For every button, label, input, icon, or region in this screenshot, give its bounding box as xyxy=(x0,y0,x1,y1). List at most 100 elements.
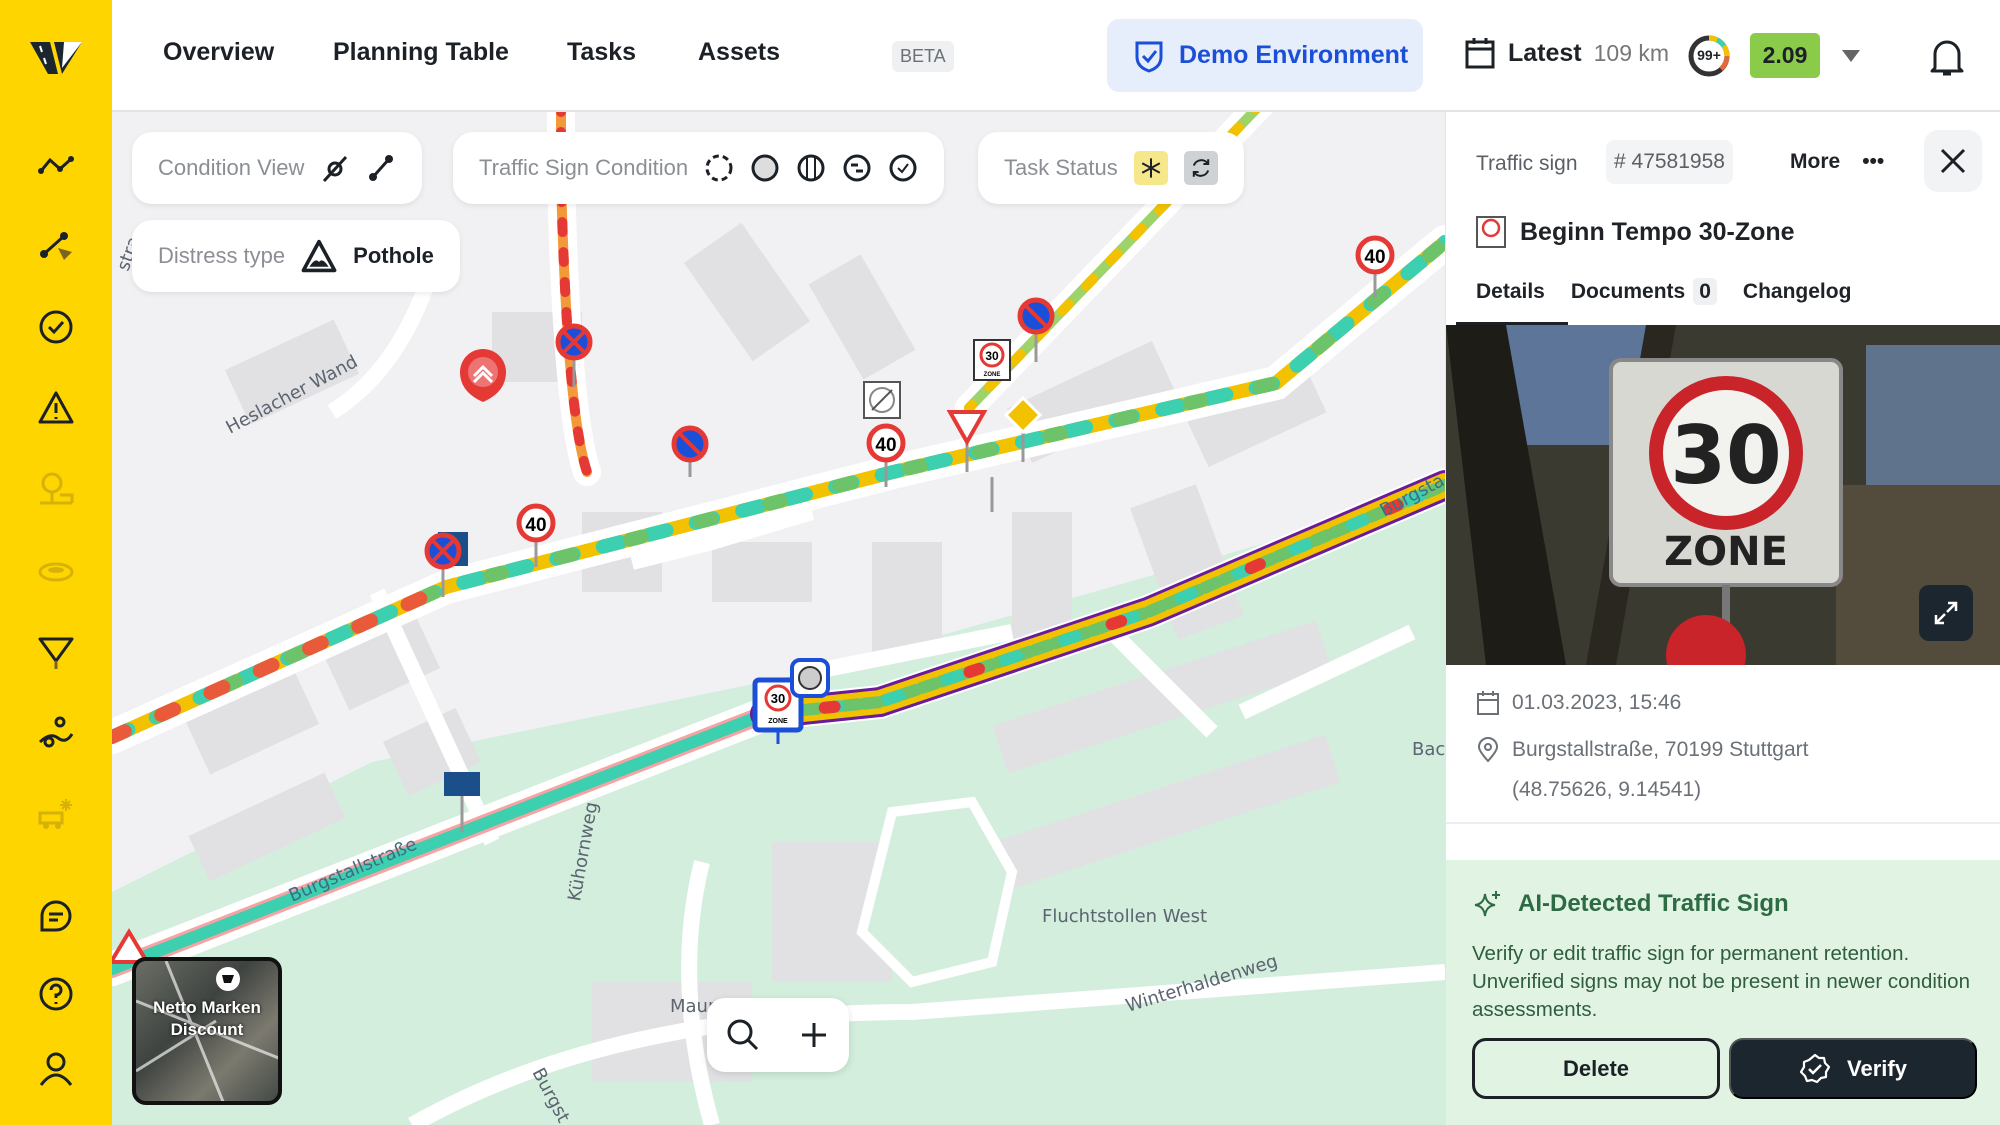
delete-button[interactable]: Delete xyxy=(1472,1038,1720,1099)
divider xyxy=(1446,822,2000,824)
condition-damaged-icon[interactable] xyxy=(842,153,872,183)
address: Burgstallstraße, 70199 Stuttgart xyxy=(1476,737,1809,763)
route-markers-icon[interactable] xyxy=(36,712,76,752)
manhole-icon[interactable] xyxy=(36,550,76,590)
minimap-satellite-toggle[interactable]: Netto Marken Discount xyxy=(132,957,282,1105)
zone-30-sign-icon xyxy=(1476,216,1506,248)
zone-30-sign[interactable]: 30 ZONE xyxy=(973,339,1011,512)
traffic-sign-condition-label: Traffic Sign Condition xyxy=(479,155,689,180)
svg-text:30: 30 xyxy=(771,691,785,706)
tab-changelog[interactable]: Changelog xyxy=(1743,280,1852,304)
segment-icon[interactable] xyxy=(320,153,350,183)
svg-text:40: 40 xyxy=(875,435,896,456)
warning-triangle-icon[interactable] xyxy=(36,388,76,428)
search-icon[interactable] xyxy=(726,1018,760,1052)
photo-sign-number: 30 xyxy=(1670,409,1781,502)
date-selector[interactable]: Latest 109 km xyxy=(1464,36,1669,70)
task-status-filter[interactable]: Task Status xyxy=(978,132,1244,204)
zoom-in-icon[interactable] xyxy=(797,1018,831,1052)
traffic-sign-icon[interactable] xyxy=(36,631,76,671)
sparkle-icon xyxy=(1474,891,1500,917)
nav-overview[interactable]: Overview xyxy=(163,38,274,67)
nav-assets[interactable]: Assets xyxy=(698,38,780,67)
tab-documents[interactable]: Documents 0 xyxy=(1570,278,1717,305)
close-icon xyxy=(1940,148,1966,174)
no-parking-sign[interactable] xyxy=(671,425,709,477)
user-icon[interactable] xyxy=(36,1049,76,1089)
chat-icon[interactable] xyxy=(36,896,76,936)
more-label: More xyxy=(1790,150,1841,173)
check-circle-icon[interactable] xyxy=(36,307,76,347)
pothole-icon xyxy=(301,239,337,273)
capture-date-value: 01.03.2023, 15:46 xyxy=(1512,691,1682,714)
ai-section-description: Verify or edit traffic sign for permanen… xyxy=(1472,942,1970,1021)
condition-ring[interactable]: 99+ xyxy=(1687,34,1731,78)
sidebar xyxy=(0,0,112,1125)
condition-unknown-icon[interactable] xyxy=(704,153,734,183)
documents-count-badge: 0 xyxy=(1693,278,1717,305)
help-icon[interactable] xyxy=(36,974,76,1014)
unknown-sign[interactable] xyxy=(863,381,901,419)
demo-environment-button[interactable]: Demo Environment xyxy=(1107,19,1423,92)
svg-text:40: 40 xyxy=(525,515,546,536)
expand-icon xyxy=(1934,601,1958,625)
verified-badge-icon xyxy=(1799,1053,1831,1083)
calendar-icon xyxy=(1477,691,1499,715)
condition-view-label: Condition View xyxy=(158,155,305,180)
snow-plow-icon[interactable] xyxy=(36,793,76,833)
traffic-sign-condition-filter[interactable]: Traffic Sign Condition xyxy=(453,132,945,204)
distance-value: 109 km xyxy=(1593,39,1670,66)
top-navigation-bar: Overview Planning Table Tasks Assets BET… xyxy=(112,0,2000,112)
more-button[interactable]: More ••• xyxy=(1790,150,1884,174)
asterisk-icon[interactable] xyxy=(1133,151,1168,185)
svg-text:ZONE: ZONE xyxy=(768,718,788,725)
map-view[interactable]: Heslacher Wand Burgstallstraße Kühornweg… xyxy=(112,112,1445,1125)
delete-label: Delete xyxy=(1562,1055,1630,1081)
shield-check-icon xyxy=(1135,41,1163,73)
photo-sign-text: ZONE xyxy=(1664,529,1788,575)
condition-view-filter[interactable]: Condition View xyxy=(132,132,423,204)
latest-label: Latest xyxy=(1508,38,1582,67)
task-status-label: Task Status xyxy=(1004,155,1118,180)
route-select-icon[interactable] xyxy=(36,226,76,266)
coordinates: (48.75626, 9.14541) xyxy=(1512,778,1701,802)
line-icon[interactable] xyxy=(366,153,396,183)
condition-dotted-icon[interactable] xyxy=(750,153,780,183)
more-dots-icon: ••• xyxy=(1862,150,1885,173)
condition-line-icon[interactable] xyxy=(36,145,76,185)
ai-section-title: AI-Detected Traffic Sign xyxy=(1474,890,1789,918)
app-logo[interactable] xyxy=(28,38,84,78)
condition-good-icon[interactable] xyxy=(888,153,918,183)
asset-type-label: Traffic sign xyxy=(1476,152,1578,175)
label-fluchtstollen-west: Fluchtstollen West xyxy=(1042,906,1207,927)
score-badge[interactable]: 2.09 xyxy=(1750,33,1820,78)
asset-title-text: Beginn Tempo 30-Zone xyxy=(1520,217,1795,246)
beta-badge: BETA xyxy=(892,41,954,72)
svg-text:40: 40 xyxy=(1364,247,1385,268)
ring-label: 99+ xyxy=(1697,47,1721,63)
nav-planning-table[interactable]: Planning Table xyxy=(333,38,509,67)
asset-title: Beginn Tempo 30-Zone xyxy=(1476,216,1795,248)
sign-condition-marker[interactable] xyxy=(790,658,830,698)
bell-icon[interactable] xyxy=(1927,36,1967,78)
condition-faded-icon[interactable] xyxy=(796,153,826,183)
verify-label: Verify xyxy=(1847,1055,1907,1081)
expand-photo-button[interactable] xyxy=(1919,585,1973,641)
distress-type-label: Distress type xyxy=(158,243,286,268)
asset-id-chip[interactable]: # 47581958 xyxy=(1606,140,1733,184)
calendar-icon xyxy=(1465,38,1495,69)
pothole-marker[interactable] xyxy=(460,349,506,402)
sign-photo[interactable]: 30 ZONE xyxy=(1446,325,2000,665)
tree-icon[interactable] xyxy=(36,469,76,509)
detail-tabs: Details Documents 0 Changelog xyxy=(1476,278,1852,305)
tab-documents-label: Documents xyxy=(1570,280,1686,303)
label-bac: Bac xyxy=(1412,739,1445,760)
refresh-icon[interactable] xyxy=(1183,151,1218,185)
distress-type-filter[interactable]: Distress type Pothole xyxy=(132,220,460,292)
sign-photo-image: 30 ZONE xyxy=(1446,325,2000,665)
verify-button[interactable]: Verify xyxy=(1729,1038,1977,1099)
nav-tasks[interactable]: Tasks xyxy=(567,38,636,67)
close-button[interactable] xyxy=(1924,130,1982,192)
caret-down-icon[interactable] xyxy=(1842,50,1860,62)
tab-details[interactable]: Details xyxy=(1476,280,1545,304)
